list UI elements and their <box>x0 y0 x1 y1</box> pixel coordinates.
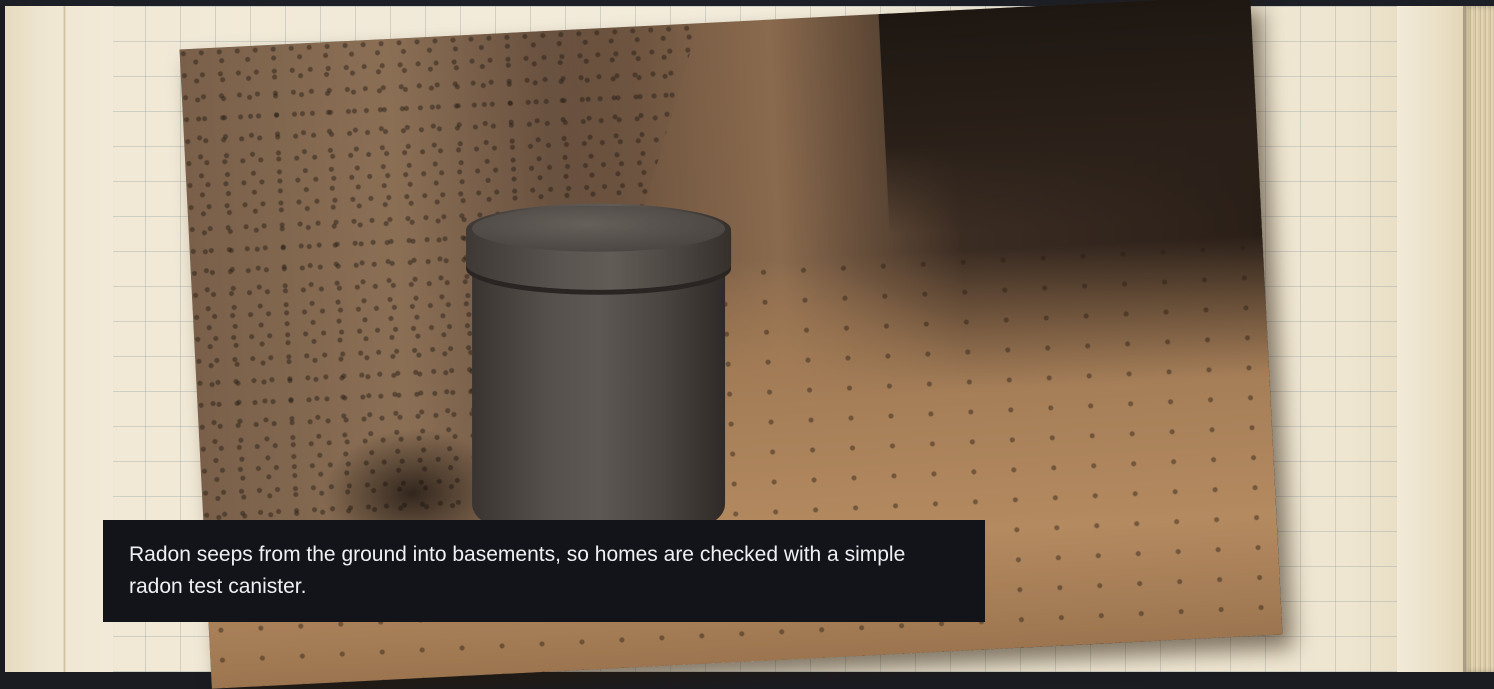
canister-lid-top <box>472 205 726 252</box>
canister-body <box>472 263 726 526</box>
page-edges <box>1463 6 1494 672</box>
page-left-margin <box>5 6 113 672</box>
caption-box: Radon seeps from the ground into basemen… <box>103 520 985 622</box>
page-right-margin <box>1397 6 1463 672</box>
page-fold <box>63 6 66 672</box>
photo-background-shadow <box>878 0 1262 234</box>
canister-lid <box>466 203 732 290</box>
caption-text: Radon seeps from the ground into basemen… <box>129 543 906 598</box>
radon-test-canister <box>466 203 732 529</box>
